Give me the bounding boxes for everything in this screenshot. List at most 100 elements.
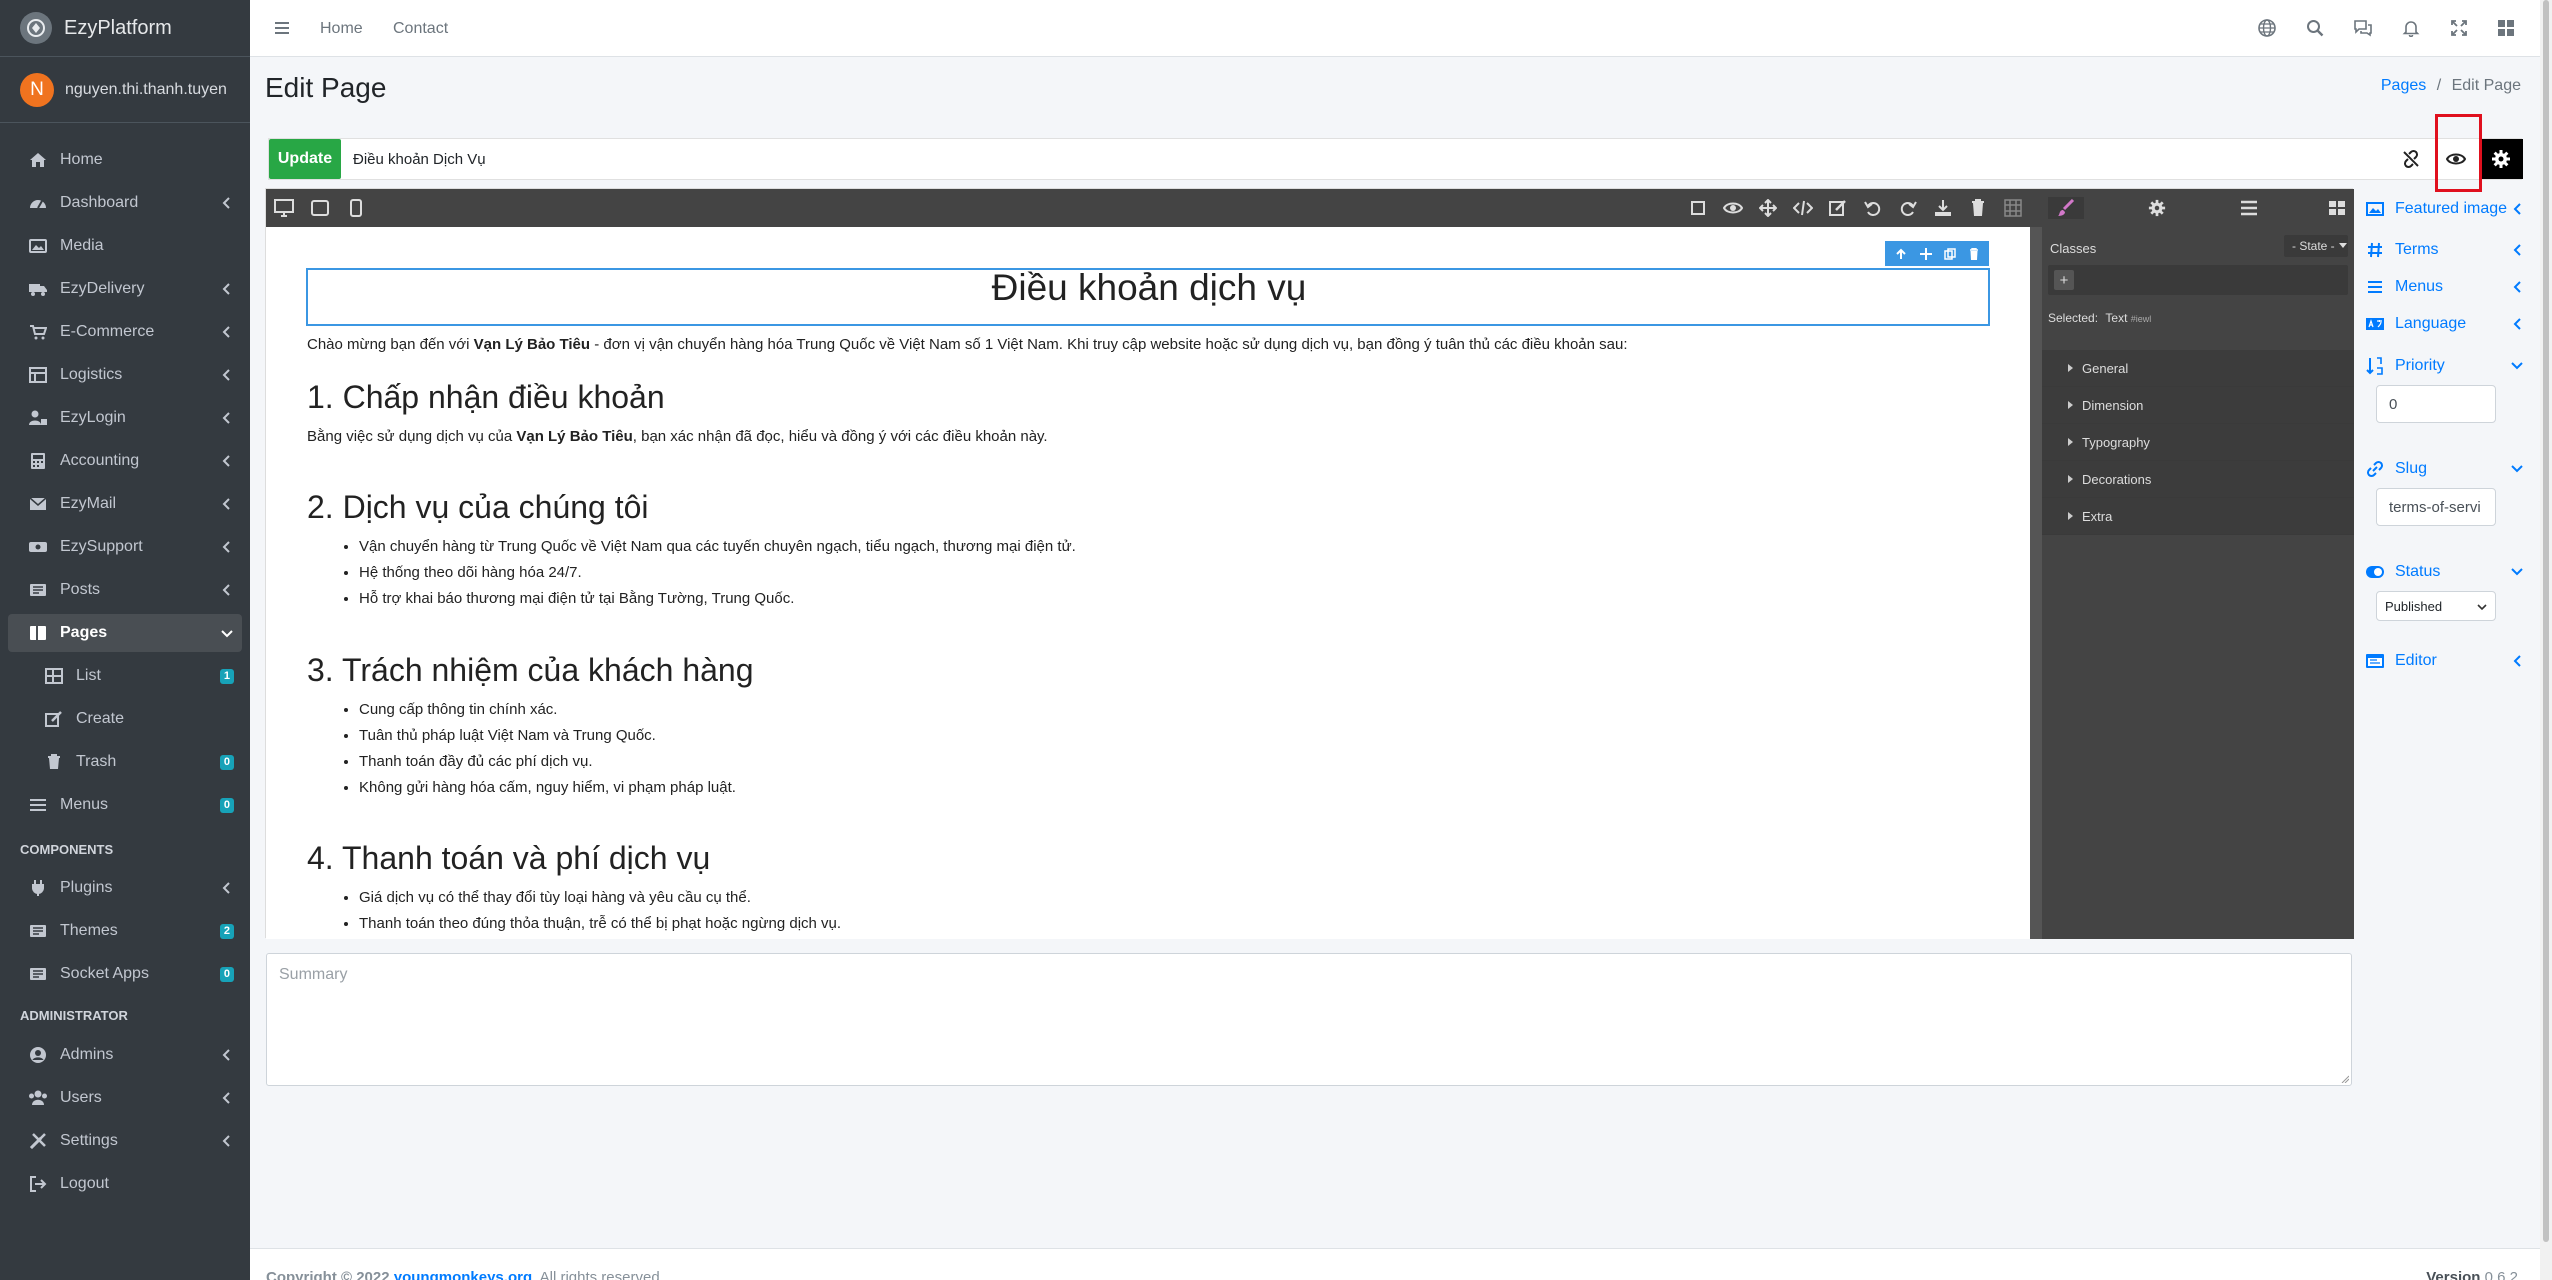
- sidebar-item-ezylogin[interactable]: EzyLogin: [8, 399, 242, 437]
- device-mobile-icon[interactable]: [345, 197, 367, 219]
- add-class-button[interactable]: +: [2054, 270, 2074, 290]
- resize-handle-icon[interactable]: [2341, 1075, 2349, 1083]
- meta-featured-image[interactable]: Featured image: [2365, 196, 2523, 222]
- style-section-extra[interactable]: Extra: [2042, 498, 2354, 535]
- language-icon: [2365, 314, 2385, 334]
- sidebar-item-trash[interactable]: Trash 0: [8, 743, 242, 781]
- download-icon[interactable]: [1932, 197, 1954, 219]
- search-icon[interactable]: [2304, 17, 2326, 39]
- sidebar-item-admins[interactable]: Admins: [8, 1036, 242, 1074]
- priority-input[interactable]: 0: [2376, 385, 2496, 423]
- unlink-icon[interactable]: [2389, 139, 2433, 179]
- users-icon: [28, 1088, 48, 1108]
- sidebar-item-users[interactable]: Users: [8, 1079, 242, 1117]
- edit-code-icon[interactable]: [1827, 197, 1849, 219]
- slug-input[interactable]: terms-of-servi: [2376, 488, 2496, 526]
- intro-paragraph[interactable]: Chào mừng bạn đến với Vạn Lý Bảo Tiêu - …: [307, 332, 2007, 358]
- sidebar-item-logout[interactable]: Logout: [8, 1165, 242, 1203]
- builder-canvas[interactable]: Điều khoản dịch vụ Chào mừng bạn đến với…: [266, 227, 2030, 939]
- sidebar-item-home[interactable]: Home: [8, 141, 242, 179]
- sidebar-item-logistics[interactable]: Logistics: [8, 356, 242, 394]
- section-3-heading[interactable]: 3. Trách nhiệm của khách hàng: [307, 652, 754, 689]
- section-2-heading[interactable]: 2. Dịch vụ của chúng tôi: [307, 489, 649, 526]
- sidebar-item-settings[interactable]: Settings: [8, 1122, 242, 1160]
- settings-gear-icon[interactable]: [2479, 139, 2523, 179]
- blocks-icon[interactable]: [2326, 197, 2348, 219]
- sidebar-item-ecommerce[interactable]: E-Commerce: [8, 313, 242, 351]
- sidebar-item-menus[interactable]: Menus 0: [8, 786, 242, 824]
- drag-move-icon[interactable]: [1919, 247, 1932, 260]
- apps-grid-icon[interactable]: [2495, 17, 2517, 39]
- grid-icon[interactable]: [2002, 197, 2024, 219]
- redo-icon[interactable]: [1897, 197, 1919, 219]
- sidebar-item-list[interactable]: List 1: [8, 657, 242, 695]
- page-title-input[interactable]: Điều khoản Dịch Vụ: [353, 139, 486, 179]
- page-scrollbar-thumb[interactable]: [2543, 0, 2549, 1242]
- brand-link[interactable]: EzyPlatform: [0, 0, 250, 57]
- clear-trash-icon[interactable]: [1967, 197, 1989, 219]
- update-button[interactable]: Update: [269, 139, 341, 179]
- summary-textarea[interactable]: Summary: [266, 953, 2352, 1086]
- globe-icon[interactable]: [2256, 17, 2278, 39]
- bell-icon[interactable]: [2400, 17, 2422, 39]
- nav-link-home[interactable]: Home: [320, 0, 363, 57]
- sidebar-item-ezymail[interactable]: EzyMail: [8, 485, 242, 523]
- section-1-heading[interactable]: 1. Chấp nhận điều khoản: [307, 379, 665, 416]
- pages-icon: [28, 623, 48, 643]
- hamburger-icon[interactable]: [271, 17, 293, 39]
- section-2-list[interactable]: Vận chuyển hàng từ Trung Quốc về Việt Na…: [307, 534, 1076, 612]
- sidebar-item-socket-apps[interactable]: Socket Apps 0: [8, 955, 242, 993]
- fullscreen-icon[interactable]: [2448, 17, 2470, 39]
- meta-menus[interactable]: Menus: [2365, 274, 2523, 300]
- sidebar-item-dashboard[interactable]: Dashboard: [8, 184, 242, 222]
- view-outline-icon[interactable]: [1687, 197, 1709, 219]
- sidebar-item-ezydelivery[interactable]: EzyDelivery: [8, 270, 242, 308]
- delete-icon[interactable]: [1969, 247, 1979, 260]
- sidebar-item-media[interactable]: Media: [8, 227, 242, 265]
- device-desktop-icon[interactable]: [273, 197, 295, 219]
- clone-icon[interactable]: [1944, 247, 1956, 260]
- sidebar-item-pages[interactable]: Pages: [8, 614, 242, 652]
- style-section-typography[interactable]: Typography: [2042, 424, 2354, 461]
- sidebar-item-themes[interactable]: Themes 2: [8, 912, 242, 950]
- style-section-decorations[interactable]: Decorations: [2042, 461, 2354, 498]
- meta-editor[interactable]: Editor: [2365, 648, 2523, 674]
- code-icon[interactable]: [1792, 197, 1814, 219]
- meta-status[interactable]: Status: [2365, 559, 2523, 585]
- style-section-general[interactable]: General: [2042, 350, 2354, 387]
- messages-icon[interactable]: [2352, 17, 2374, 39]
- layer-manager-icon[interactable]: [2238, 197, 2260, 219]
- trait-settings-icon[interactable]: [2146, 197, 2168, 219]
- section-4-list[interactable]: Giá dịch vụ có thể thay đổi tùy loại hàn…: [307, 885, 841, 937]
- breadcrumb-link-pages[interactable]: Pages: [2381, 77, 2426, 94]
- sidebar-item-plugins[interactable]: Plugins: [8, 869, 242, 907]
- undo-icon[interactable]: [1862, 197, 1884, 219]
- state-select[interactable]: - State -: [2284, 235, 2348, 257]
- meta-label: Language: [2395, 315, 2467, 332]
- sidebar-item-posts[interactable]: Posts: [8, 571, 242, 609]
- footer-link[interactable]: youngmonkeys.org: [394, 1269, 532, 1280]
- list-count-badge: 1: [219, 668, 234, 684]
- meta-language[interactable]: Language: [2365, 311, 2523, 337]
- status-select[interactable]: Published: [2376, 591, 2496, 621]
- move-icon[interactable]: [1757, 197, 1779, 219]
- nav-link-contact[interactable]: Contact: [393, 0, 448, 57]
- style-section-dimension[interactable]: Dimension: [2042, 387, 2354, 424]
- intro-brand: Vạn Lý Bảo Tiêu: [473, 336, 591, 353]
- meta-priority[interactable]: Priority: [2365, 353, 2523, 379]
- meta-terms[interactable]: Terms: [2365, 237, 2523, 263]
- sidebar-item-create[interactable]: Create: [8, 700, 242, 738]
- select-parent-arrow-icon[interactable]: [1895, 248, 1907, 260]
- sidebar-item-ezysupport[interactable]: EzySupport: [8, 528, 242, 566]
- section-1-paragraph[interactable]: Bằng việc sử dụng dịch vụ của Vạn Lý Bảo…: [307, 424, 1048, 450]
- user-panel[interactable]: N nguyen.thi.thanh.tuyen: [0, 57, 250, 123]
- chevron-left-icon: [222, 1092, 230, 1104]
- canvas-scrollbar[interactable]: [2030, 227, 2042, 939]
- section-4-heading[interactable]: 4. Thanh toán và phí dịch vụ: [307, 840, 710, 877]
- sidebar-item-accounting[interactable]: Accounting: [8, 442, 242, 480]
- preview-icon[interactable]: [1722, 197, 1744, 219]
- style-manager-brush-icon[interactable]: [2048, 197, 2084, 219]
- section-3-list[interactable]: Cung cấp thông tin chính xác. Tuân thủ p…: [307, 697, 736, 801]
- device-tablet-icon[interactable]: [309, 197, 331, 219]
- meta-slug[interactable]: Slug: [2365, 456, 2523, 482]
